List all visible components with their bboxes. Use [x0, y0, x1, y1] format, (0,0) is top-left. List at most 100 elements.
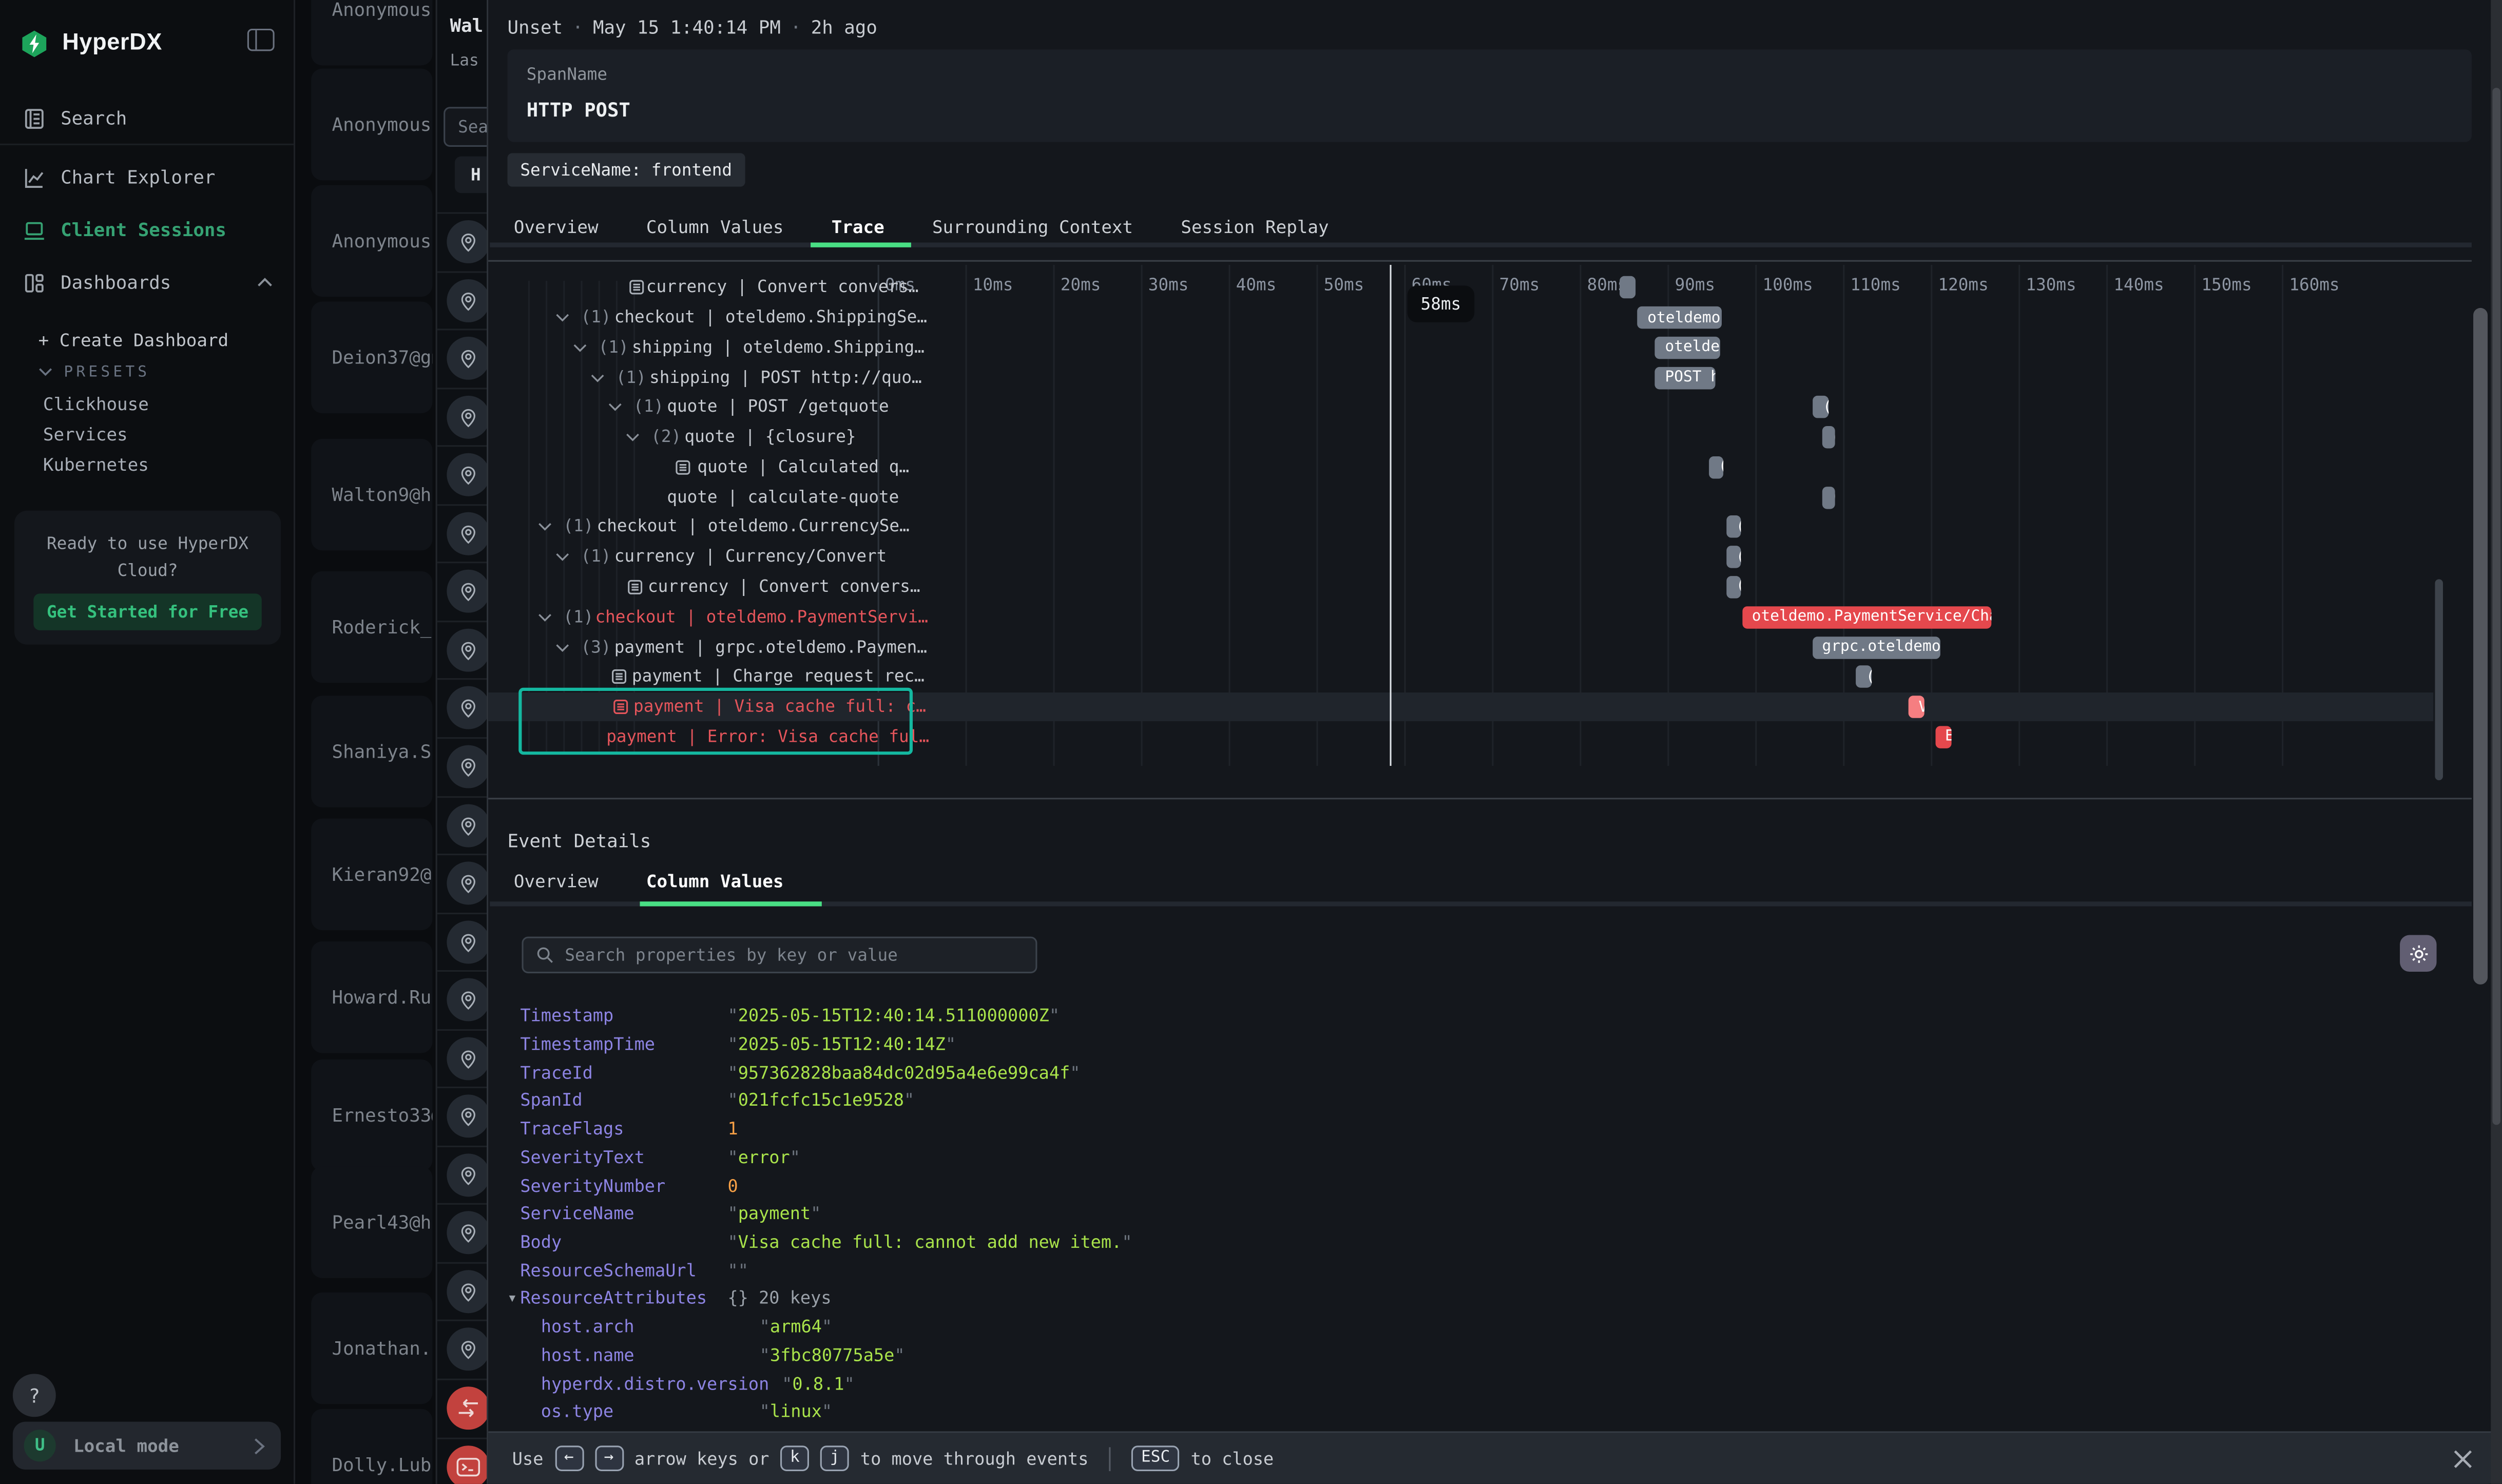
- sidebar-preset-kubernetes[interactable]: Kubernetes: [43, 455, 149, 475]
- presets-group-label[interactable]: PRESETS: [64, 364, 150, 381]
- event-details-tab-overview[interactable]: Overview: [490, 862, 622, 902]
- session-card[interactable]: Roderick_S: [311, 571, 432, 683]
- trace-span-row[interactable]: (1)currency | Currency/Convert(: [488, 542, 2433, 572]
- property-row[interactable]: ServiceName"payment": [507, 1200, 2422, 1228]
- collapse-sidebar-icon[interactable]: [247, 29, 275, 51]
- sidebar-preset-clickhouse[interactable]: Clickhouse: [43, 394, 149, 415]
- overlay-scrollbar-thumb[interactable]: [2473, 308, 2488, 985]
- get-started-button[interactable]: Get Started for Free: [33, 593, 262, 630]
- span-duration-bar[interactable]: POST ht: [1656, 367, 1716, 389]
- sidebar-item-dashboards[interactable]: Dashboards: [0, 262, 295, 303]
- property-row[interactable]: host.name"3fbc80775a5e": [507, 1341, 2422, 1370]
- tab-session-replay[interactable]: Session Replay: [1157, 207, 1353, 247]
- session-card[interactable]: Ernesto33@: [311, 1059, 432, 1171]
- help-button[interactable]: ?: [13, 1374, 56, 1417]
- session-event-row[interactable]: [437, 1087, 490, 1146]
- tab-trace[interactable]: Trace: [807, 207, 908, 247]
- span-duration-bar[interactable]: (: [1726, 546, 1741, 569]
- span-duration-bar[interactable]: [1620, 277, 1635, 299]
- tab-column-values[interactable]: Column Values: [622, 207, 807, 247]
- page-scrollbar-thumb[interactable]: [2492, 88, 2500, 1125]
- span-duration-bar[interactable]: E: [1935, 726, 1951, 748]
- span-duration-bar[interactable]: (: [1822, 426, 1836, 449]
- trace-span-row[interactable]: quote | calculate-quote(: [488, 483, 2433, 512]
- expand-caret-icon[interactable]: [625, 433, 640, 442]
- session-event-row[interactable]: [437, 329, 490, 388]
- session-card[interactable]: Howard.Run: [311, 941, 432, 1053]
- trace-span-row[interactable]: (1)checkout | oteldemo.CurrencySe…(: [488, 512, 2433, 542]
- span-duration-bar[interactable]: oteldemo.PaymentService/Char: [1742, 606, 1991, 628]
- property-row[interactable]: ▾ResourceAttributes{} 20 keys: [507, 1285, 2422, 1313]
- span-duration-bar[interactable]: (: [1726, 576, 1741, 599]
- session-event-row[interactable]: [437, 1262, 490, 1320]
- trace-span-row[interactable]: (2)quote | {closure}(: [488, 422, 2433, 452]
- tab-overview[interactable]: Overview: [490, 207, 622, 247]
- expand-caret-icon[interactable]: [555, 313, 570, 322]
- session-event-row[interactable]: [437, 271, 490, 329]
- span-duration-bar[interactable]: (: [1814, 396, 1829, 419]
- expand-caret-icon[interactable]: [555, 642, 570, 652]
- trace-span-row[interactable]: (1)shipping | oteldemo.Shipping…oteldemo: [488, 333, 2433, 362]
- session-event-row[interactable]: [437, 1029, 490, 1087]
- trace-span-row[interactable]: currency | Convert convers…(: [488, 572, 2433, 602]
- trace-span-row[interactable]: (1)checkout | oteldemo.PaymentServi…otel…: [488, 602, 2433, 632]
- expand-caret-icon[interactable]: [555, 552, 570, 562]
- sidebar-preset-services[interactable]: Services: [43, 425, 128, 445]
- session-event-row[interactable]: [437, 1320, 490, 1379]
- expand-caret-icon[interactable]: [538, 523, 552, 532]
- collapse-caret-icon[interactable]: ▾: [509, 1292, 521, 1306]
- property-row[interactable]: host.arch"arm64": [507, 1313, 2422, 1341]
- local-mode-menu[interactable]: U Local mode: [13, 1422, 281, 1470]
- expand-caret-icon[interactable]: [590, 373, 605, 382]
- span-duration-bar[interactable]: oteldemo: [1656, 336, 1720, 359]
- property-row[interactable]: ResourceSchemaUrl"": [507, 1256, 2422, 1284]
- span-duration-bar[interactable]: V: [1909, 696, 1924, 718]
- span-duration-bar[interactable]: oteldemo.Sh: [1638, 306, 1722, 329]
- trace-scrollbar-thumb[interactable]: [2435, 579, 2443, 780]
- property-search-input[interactable]: Search properties by key or value: [522, 937, 1037, 973]
- span-duration-bar[interactable]: (: [1822, 486, 1836, 509]
- property-row[interactable]: os.type"linux": [507, 1398, 2422, 1426]
- session-card[interactable]: Anonymous: [311, 185, 432, 297]
- create-dashboard-button[interactable]: + Create Dashboard: [39, 330, 229, 351]
- span-duration-bar[interactable]: grpc.oteldemo.P: [1813, 636, 1941, 659]
- session-event-row[interactable]: [437, 387, 490, 446]
- session-event-row[interactable]: [437, 446, 490, 504]
- session-card[interactable]: Dolly.Lubo: [311, 1409, 432, 1484]
- session-card[interactable]: Shaniya.Sc: [311, 696, 432, 807]
- session-card[interactable]: Pearl43@ho: [311, 1166, 432, 1278]
- session-card[interactable]: Anonymous: [311, 69, 432, 181]
- session-event-row[interactable]: [437, 562, 490, 621]
- session-card[interactable]: Jonathan.B: [311, 1293, 432, 1404]
- sidebar-item-search[interactable]: Search: [0, 98, 295, 139]
- session-event-row[interactable]: [437, 679, 490, 737]
- trace-span-row[interactable]: (1)quote | POST /getquote(: [488, 393, 2433, 422]
- session-card[interactable]: Kieran92@h: [311, 819, 432, 931]
- session-card[interactable]: Walton9@ho: [311, 439, 432, 551]
- session-event-row[interactable]: [437, 796, 490, 854]
- property-row[interactable]: SpanId"021fcfc15c1e9528": [507, 1087, 2422, 1115]
- property-row[interactable]: SeverityText"error": [507, 1143, 2422, 1171]
- session-event-row[interactable]: [437, 737, 490, 796]
- session-card[interactable]: Anonymous: [311, 0, 432, 65]
- property-row[interactable]: hyperdx.distro.version"0.8.1": [507, 1370, 2422, 1398]
- span-duration-bar[interactable]: (: [1726, 516, 1741, 538]
- session-event-row[interactable]: [437, 912, 490, 971]
- logo[interactable]: HyperDX: [19, 26, 278, 61]
- expand-caret-icon[interactable]: [573, 343, 587, 353]
- service-name-chip[interactable]: ServiceName: frontend: [507, 153, 744, 186]
- close-icon[interactable]: [2451, 1447, 2475, 1471]
- session-event-row[interactable]: [437, 854, 490, 912]
- property-row[interactable]: SeverityNumber0: [507, 1171, 2422, 1200]
- session-card[interactable]: Deion37@gm: [311, 301, 432, 413]
- session-event-row[interactable]: [437, 212, 490, 271]
- session-event-row[interactable]: [437, 1204, 490, 1262]
- session-event-row[interactable]: [437, 1437, 490, 1484]
- span-duration-bar[interactable]: (: [1856, 666, 1872, 688]
- session-event-row[interactable]: [437, 970, 490, 1029]
- trace-span-row[interactable]: (1)shipping | POST http://quo…POST ht: [488, 362, 2433, 392]
- property-row[interactable]: TraceFlags1: [507, 1115, 2422, 1143]
- session-event-row[interactable]: [437, 1145, 490, 1204]
- session-event-row[interactable]: [437, 1379, 490, 1437]
- property-row[interactable]: Body"Visa cache full: cannot add new ite…: [507, 1228, 2422, 1256]
